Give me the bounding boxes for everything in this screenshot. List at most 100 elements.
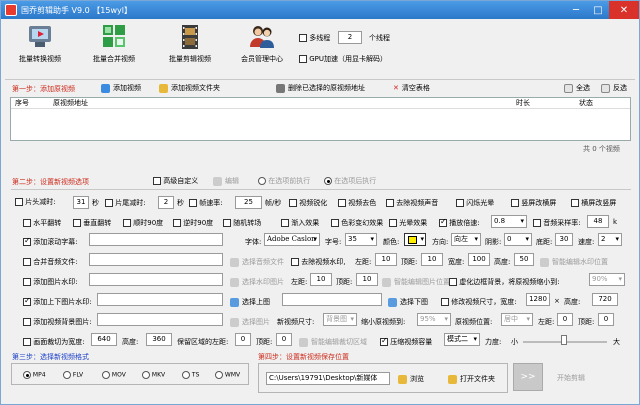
- edit-button[interactable]: 编辑: [213, 176, 239, 186]
- remove-watermark-option[interactable]: 去除视频水印,: [291, 257, 345, 267]
- mkv-radio[interactable]: [142, 371, 150, 379]
- resize-option[interactable]: 修改视频尺寸，宽度:: [441, 297, 517, 307]
- wmv-radio[interactable]: [215, 371, 223, 379]
- tail-cut-option[interactable]: 片尾减时:: [105, 198, 146, 208]
- advanced-checkbox[interactable]: [153, 177, 161, 185]
- select-bottom-button[interactable]: 选择下图: [388, 297, 428, 307]
- scroll-subtitle-option[interactable]: 添加滚动字幕:: [23, 236, 78, 247]
- bg-image-option[interactable]: 添加视频背景图片:: [23, 317, 92, 327]
- mp4-radio[interactable]: [23, 371, 31, 379]
- img-top-input[interactable]: 10: [356, 273, 378, 286]
- add-video-button[interactable]: 添加视频: [101, 83, 141, 93]
- remove-audio-option[interactable]: 去除视频声音: [386, 198, 438, 208]
- sample-rate-input[interactable]: 48: [587, 215, 609, 228]
- smart-crop-button[interactable]: 智能编辑裁切区域: [299, 337, 367, 347]
- size-select[interactable]: 35: [345, 233, 377, 246]
- decolor-option[interactable]: 视频去色: [338, 198, 376, 208]
- advanced-option[interactable]: 高级自定义: [153, 176, 198, 186]
- subtitle-speed-select[interactable]: 2: [598, 233, 622, 246]
- save-path-input[interactable]: C:\Users\19791\Desktop\新媒体: [266, 372, 390, 385]
- crop-top-input[interactable]: 0: [276, 333, 292, 346]
- smart-watermark-button[interactable]: 智能编辑水印位置: [540, 257, 608, 267]
- smart-image-button[interactable]: 智能编辑图片位置: [382, 277, 450, 287]
- close-icon[interactable]: ✕: [609, 1, 639, 19]
- color-change-checkbox[interactable]: [331, 219, 339, 227]
- start-arrow-icon[interactable]: >>: [513, 363, 543, 391]
- tail-cut-checkbox[interactable]: [105, 199, 113, 207]
- format-mkv[interactable]: MKV: [142, 371, 165, 379]
- multithread-option[interactable]: 多线程: [299, 33, 330, 43]
- select-top-button[interactable]: 选择上图: [230, 297, 270, 307]
- merge-audio-option[interactable]: 合并音频文件:: [23, 257, 78, 267]
- resize-height-input[interactable]: 720: [592, 293, 618, 306]
- vflip-option[interactable]: 垂直翻转: [73, 218, 111, 228]
- cw90-option[interactable]: 顺时90度: [123, 218, 163, 228]
- before-option[interactable]: 在选项前执行: [258, 176, 310, 186]
- wm-height-input[interactable]: 50: [514, 253, 534, 266]
- minimize-icon[interactable]: ─: [565, 1, 587, 19]
- position-select[interactable]: 居中: [501, 313, 533, 326]
- blur-select[interactable]: 90%: [589, 273, 625, 286]
- overlay-checkbox[interactable]: [23, 296, 31, 306]
- select-wm-image-button[interactable]: 选择水印图片: [230, 277, 284, 287]
- blur-bg-option[interactable]: 虚化边框背景，将原视频缩小到:: [449, 277, 560, 287]
- new-size-select[interactable]: 背景图: [323, 313, 357, 326]
- image-watermark-checkbox[interactable]: [23, 278, 31, 286]
- sharpen-checkbox[interactable]: [289, 199, 297, 207]
- ccw90-checkbox[interactable]: [173, 219, 181, 227]
- member-center-button[interactable]: 会员管理中心: [227, 23, 297, 73]
- format-wmv[interactable]: WMV: [215, 371, 240, 379]
- batch-merge-button[interactable]: 批量合并视频: [79, 23, 149, 73]
- scroll-subtitle-checkbox[interactable]: [23, 236, 31, 246]
- frame-rate-option[interactable]: 帧速率:: [189, 198, 223, 208]
- frame-rate-input[interactable]: 25: [235, 196, 262, 209]
- bg-top-input[interactable]: 0: [598, 313, 614, 326]
- remove-audio-checkbox[interactable]: [386, 199, 394, 207]
- light-checkbox[interactable]: [389, 219, 397, 227]
- shrink-select[interactable]: 95%: [417, 313, 451, 326]
- head-cut-checkbox[interactable]: [15, 198, 23, 206]
- format-mp4[interactable]: MP4: [23, 371, 46, 379]
- wm-width-input[interactable]: 100: [468, 253, 490, 266]
- frame-rate-checkbox[interactable]: [189, 199, 197, 207]
- bottom-image-input[interactable]: [282, 293, 382, 306]
- vflip-checkbox[interactable]: [73, 219, 81, 227]
- speed-option[interactable]: 播放倍速:: [439, 217, 480, 228]
- shadow-select[interactable]: 0: [504, 233, 532, 246]
- bg-image-input[interactable]: [97, 313, 223, 326]
- fade-in-option[interactable]: 渐入效果: [281, 218, 319, 228]
- speed-checkbox[interactable]: [439, 217, 447, 227]
- gpu-checkbox[interactable]: [299, 55, 307, 63]
- direction-select[interactable]: 向左: [451, 233, 481, 246]
- head-cut-option[interactable]: 片头减时:: [15, 197, 56, 207]
- audio-file-input[interactable]: [89, 253, 223, 266]
- delete-selected-button[interactable]: 删除已选择的原视频地址: [276, 83, 365, 93]
- mode-select[interactable]: 模式二: [444, 333, 480, 346]
- vert-to-horiz-checkbox[interactable]: [511, 199, 519, 207]
- hflip-option[interactable]: 水平翻转: [23, 218, 61, 228]
- format-flv[interactable]: FLV: [63, 371, 83, 379]
- thread-count-input[interactable]: 2: [338, 31, 362, 44]
- sharpen-option[interactable]: 视频锐化: [289, 198, 327, 208]
- browse-button[interactable]: 浏览: [398, 374, 424, 384]
- compress-option[interactable]: 压缩视频容量: [380, 336, 432, 347]
- add-folder-button[interactable]: 添加视频文件夹: [159, 83, 220, 93]
- random-transition-option[interactable]: 随机转场: [223, 218, 261, 228]
- maximize-icon[interactable]: □: [587, 1, 609, 19]
- subtitle-input[interactable]: [89, 233, 223, 246]
- vert-to-horiz-option[interactable]: 竖屏改横屏: [511, 198, 556, 208]
- head-cut-input[interactable]: 31: [73, 196, 89, 209]
- select-all-button[interactable]: 全选: [564, 83, 590, 93]
- font-select[interactable]: Adobe Caslon: [264, 233, 320, 246]
- clear-table-button[interactable]: ✕ 清空表格: [393, 83, 430, 93]
- speed-select[interactable]: 0.8: [491, 215, 527, 228]
- bg-left-input[interactable]: 0: [557, 313, 573, 326]
- ccw90-option[interactable]: 逆时90度: [173, 218, 213, 228]
- compress-checkbox[interactable]: [380, 336, 388, 346]
- bg-image-checkbox[interactable]: [23, 318, 31, 326]
- gpu-option[interactable]: GPU加速（用显卡解码）: [299, 54, 387, 64]
- multithread-checkbox[interactable]: [299, 34, 307, 42]
- select-bg-button[interactable]: 选择图片: [230, 317, 270, 327]
- open-folder-button[interactable]: 打开文件夹: [448, 374, 495, 384]
- flv-radio[interactable]: [63, 371, 71, 379]
